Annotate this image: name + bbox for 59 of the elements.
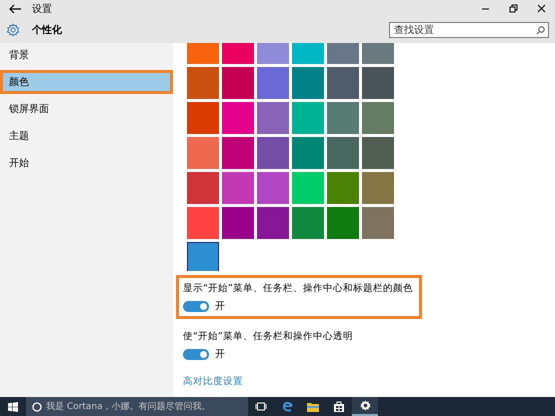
- search-field[interactable]: 查找设置: [389, 22, 549, 38]
- color-swatch[interactable]: [257, 102, 289, 134]
- toggle-state: 开: [215, 348, 225, 361]
- settings-icon: [6, 23, 20, 37]
- cortana-search-field[interactable]: 我是 Cortana，小娜。有问题尽管问我。: [26, 397, 248, 416]
- contrast-link[interactable]: 高对比度设置: [183, 375, 555, 388]
- color-swatch[interactable]: [187, 207, 219, 239]
- settings-icon[interactable]: [360, 400, 370, 411]
- color-swatch[interactable]: [362, 207, 394, 239]
- color-swatch[interactable]: [362, 137, 394, 169]
- color-swatch[interactable]: [327, 137, 359, 169]
- setting-label: 显示“开始”菜单、任务栏、操作中心和标题栏的颜色: [183, 282, 413, 295]
- color-swatch[interactable]: [187, 242, 219, 271]
- search-icon: [536, 26, 545, 34]
- store-icon[interactable]: [334, 401, 344, 412]
- sidebar-item[interactable]: 背景: [0, 43, 173, 67]
- color-swatch[interactable]: [327, 207, 359, 239]
- color-swatch[interactable]: [187, 102, 219, 134]
- color-swatch[interactable]: [187, 67, 219, 99]
- color-swatch[interactable]: [327, 67, 359, 99]
- color-swatch[interactable]: [222, 137, 254, 169]
- close-icon[interactable]: [536, 4, 546, 13]
- color-swatch[interactable]: [222, 102, 254, 134]
- color-swatch[interactable]: [292, 172, 324, 204]
- color-swatch[interactable]: [292, 137, 324, 169]
- color-swatch[interactable]: [187, 172, 219, 204]
- sidebar-item[interactable]: 锁屏界面: [0, 97, 173, 121]
- color-swatch[interactable]: [187, 137, 219, 169]
- start-icon[interactable]: [8, 402, 18, 412]
- color-swatch[interactable]: [257, 67, 289, 99]
- color-swatch[interactable]: [292, 207, 324, 239]
- color-swatch[interactable]: [327, 172, 359, 204]
- color-swatch[interactable]: [257, 137, 289, 169]
- circle-icon: [32, 402, 42, 412]
- color-swatch[interactable]: [292, 102, 324, 134]
- toggle-state: 开: [215, 300, 225, 313]
- color-swatch[interactable]: [362, 172, 394, 204]
- browser-icon[interactable]: [282, 401, 292, 412]
- color-swatch[interactable]: [222, 172, 254, 204]
- color-swatch[interactable]: [222, 207, 254, 239]
- toggle-switch[interactable]: [183, 348, 209, 360]
- page-title: 个性化: [32, 24, 63, 37]
- restore-icon[interactable]: [508, 4, 518, 13]
- color-swatch[interactable]: [257, 172, 289, 204]
- sidebar-item[interactable]: 颜色: [0, 70, 173, 94]
- task-view-icon[interactable]: [255, 402, 267, 411]
- toggle-switch[interactable]: [183, 300, 209, 312]
- sidebar-item[interactable]: 开始: [0, 151, 173, 175]
- sidebar-item[interactable]: 主题: [0, 124, 173, 148]
- window-title: 设置: [32, 2, 53, 16]
- color-swatch[interactable]: [362, 102, 394, 134]
- folder-icon[interactable]: [307, 402, 319, 412]
- color-swatch[interactable]: [292, 67, 324, 99]
- color-swatch[interactable]: [362, 67, 394, 99]
- color-swatch[interactable]: [257, 207, 289, 239]
- back-icon[interactable]: [8, 4, 22, 14]
- color-swatch[interactable]: [327, 102, 359, 134]
- color-swatch[interactable]: [222, 67, 254, 99]
- setting-label: 使“开始”菜单、任务栏和操作中心透明: [183, 330, 353, 343]
